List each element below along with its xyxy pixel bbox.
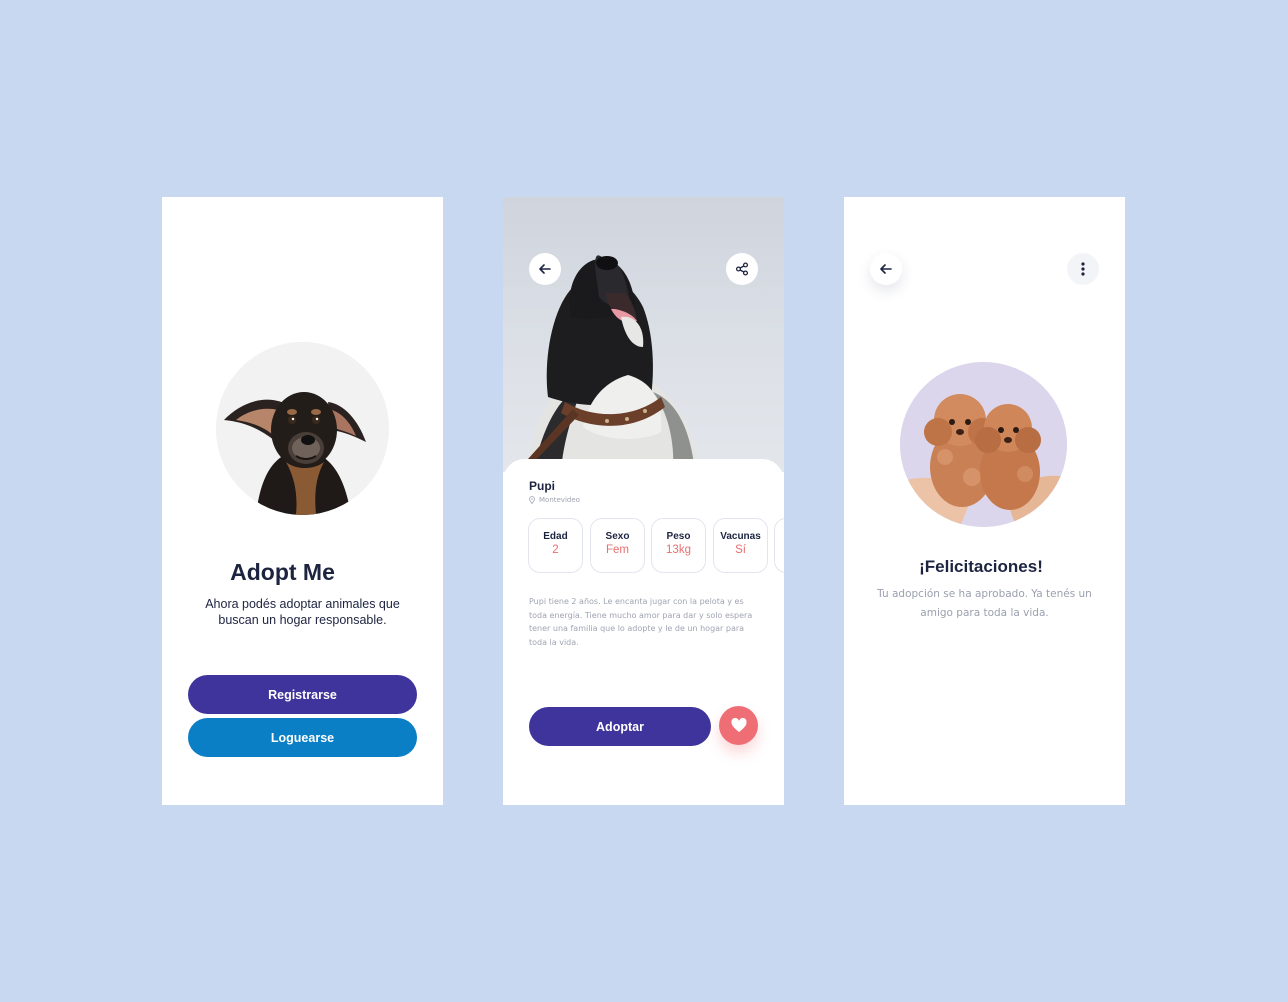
pet-stats-carousel[interactable]: Edad 2 Sexo Fem Peso 13kg Vacunas Sí xyxy=(528,518,784,574)
share-icon xyxy=(735,262,749,276)
app-subtitle: Ahora podés adoptar animales que buscan … xyxy=(205,597,400,627)
more-vertical-icon xyxy=(1081,262,1085,276)
favorite-button[interactable] xyxy=(719,706,758,745)
stat-card-sex: Sexo Fem xyxy=(590,518,645,573)
stat-card-partial xyxy=(774,518,784,573)
stat-label: Vacunas xyxy=(720,531,761,542)
dog-avatar-image xyxy=(216,342,389,515)
success-title: ¡Felicitaciones! xyxy=(919,557,1043,576)
success-message: Tu adopción se ha aprobado. Ya tenés un … xyxy=(877,588,1092,619)
location-pin-icon xyxy=(529,496,535,504)
share-button[interactable] xyxy=(726,253,758,285)
stat-value: 2 xyxy=(552,544,559,556)
back-button[interactable] xyxy=(870,253,902,285)
login-button[interactable]: Loguearse xyxy=(188,718,417,757)
stat-value: Sí xyxy=(735,544,746,556)
stat-card-weight: Peso 13kg xyxy=(651,518,706,573)
heart-icon xyxy=(730,718,747,732)
arrow-left-icon xyxy=(880,264,892,274)
app-title: Adopt Me xyxy=(230,559,335,585)
pet-hero-image xyxy=(503,197,784,472)
more-options-button[interactable] xyxy=(1067,253,1099,285)
stat-value: 13kg xyxy=(666,544,691,556)
pet-location: Montevideo xyxy=(529,496,580,504)
puppies-avatar-image xyxy=(900,362,1067,527)
stat-label: Sexo xyxy=(605,531,630,542)
stat-card-vaccines: Vacunas Sí xyxy=(713,518,768,573)
back-button[interactable] xyxy=(529,253,561,285)
pet-name: Pupi xyxy=(529,479,555,493)
register-button[interactable]: Registrarse xyxy=(188,675,417,714)
adoption-success-screen: ¡Felicitaciones! Tu adopción se ha aprob… xyxy=(844,197,1125,805)
stat-card-age: Edad 2 xyxy=(528,518,583,573)
arrow-left-icon xyxy=(539,264,551,274)
pet-description: Pupi tiene 2 años. Le encanta jugar con … xyxy=(529,597,753,647)
stat-label: Peso xyxy=(666,531,691,542)
pet-detail-screen: Pupi Montevideo Edad 2 Sexo Fem Peso 13k… xyxy=(503,197,784,805)
adopt-button[interactable]: Adoptar xyxy=(529,707,711,746)
location-text: Montevideo xyxy=(539,496,580,504)
stat-value: Fem xyxy=(606,544,629,556)
pet-info-sheet: Pupi Montevideo Edad 2 Sexo Fem Peso 13k… xyxy=(503,459,784,805)
stat-label: Edad xyxy=(543,531,568,542)
welcome-screen: Adopt Me Ahora podés adoptar animales qu… xyxy=(162,197,443,805)
